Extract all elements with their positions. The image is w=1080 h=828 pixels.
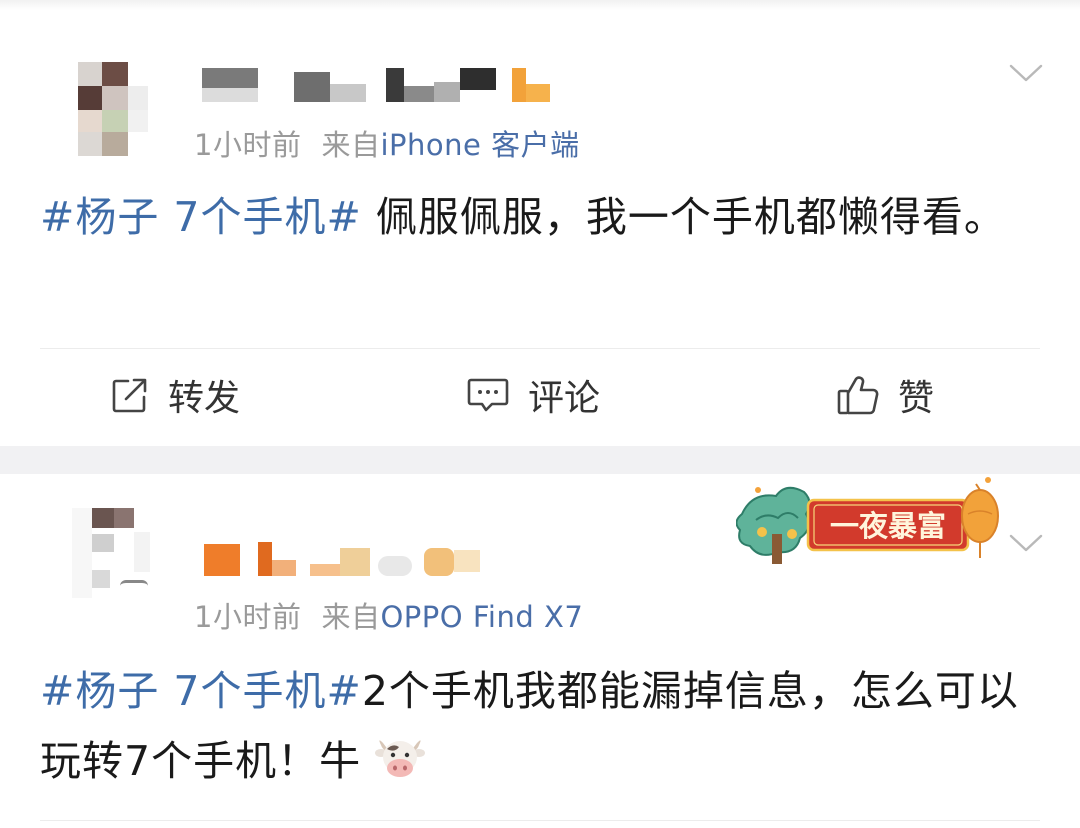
source-prefix: 来自 [321,128,381,162]
post-meta: 1小时前 来自OPPO Find X7 [194,594,583,636]
post-card[interactable]: 一夜暴富 1小时前 来自OPPO Find X7 #杨子 7个手机#2个手机我都能… [0,474,1080,828]
like-label: 赞 [898,378,935,419]
divider [40,820,1040,821]
post-source[interactable]: iPhone 客户端 [380,128,579,162]
post-source[interactable]: OPPO Find X7 [380,600,583,634]
post-meta: 1小时前 来自iPhone 客户端 [194,122,580,164]
topic-link[interactable]: #杨子 7个手机# [40,667,362,715]
post-card[interactable]: 1小时前 来自iPhone 客户端 #杨子 7个手机# 佩服佩服，我一个手机都懒得… [0,10,1080,446]
feed-separator [0,446,1080,474]
like-button[interactable]: 赞 [836,370,934,420]
username-redacted[interactable] [196,66,556,106]
post-content: #杨子 7个手机#2个手机我都能漏掉信息，怎么可以玩转7个手机！牛 [40,656,1040,796]
source-prefix: 来自 [321,600,381,634]
thumbs-up-icon [837,376,879,415]
post-content: #杨子 7个手机# 佩服佩服，我一个手机都懒得看。 [40,182,1040,252]
repost-label: 转发 [168,378,241,419]
weibo-feed: 1小时前 来自iPhone 客户端 #杨子 7个手机# 佩服佩服，我一个手机都懒得… [0,0,1080,828]
comment-label: 评论 [528,378,601,419]
chevron-down-icon[interactable] [1008,532,1044,554]
repost-button[interactable]: 转发 [110,370,240,420]
badge-text: 一夜暴富 [830,509,946,543]
topic-link[interactable]: #杨子 7个手机# [40,193,362,241]
edit-share-icon [112,378,147,413]
avatar[interactable] [70,62,154,160]
chevron-down-icon[interactable] [1008,62,1044,84]
post-text: 佩服佩服，我一个手机都懒得看。 [361,193,1006,241]
post-time: 1小时前 [194,128,302,162]
comment-button[interactable]: 评论 [466,370,600,420]
username-redacted[interactable] [200,540,490,580]
top-edge [0,0,1080,10]
avatar[interactable] [70,504,154,602]
divider [40,348,1040,349]
post-time: 1小时前 [194,600,302,634]
festive-badge[interactable]: 一夜暴富 [736,474,1006,574]
comment-bubble-icon [467,378,509,412]
cow-face-icon [375,740,426,777]
